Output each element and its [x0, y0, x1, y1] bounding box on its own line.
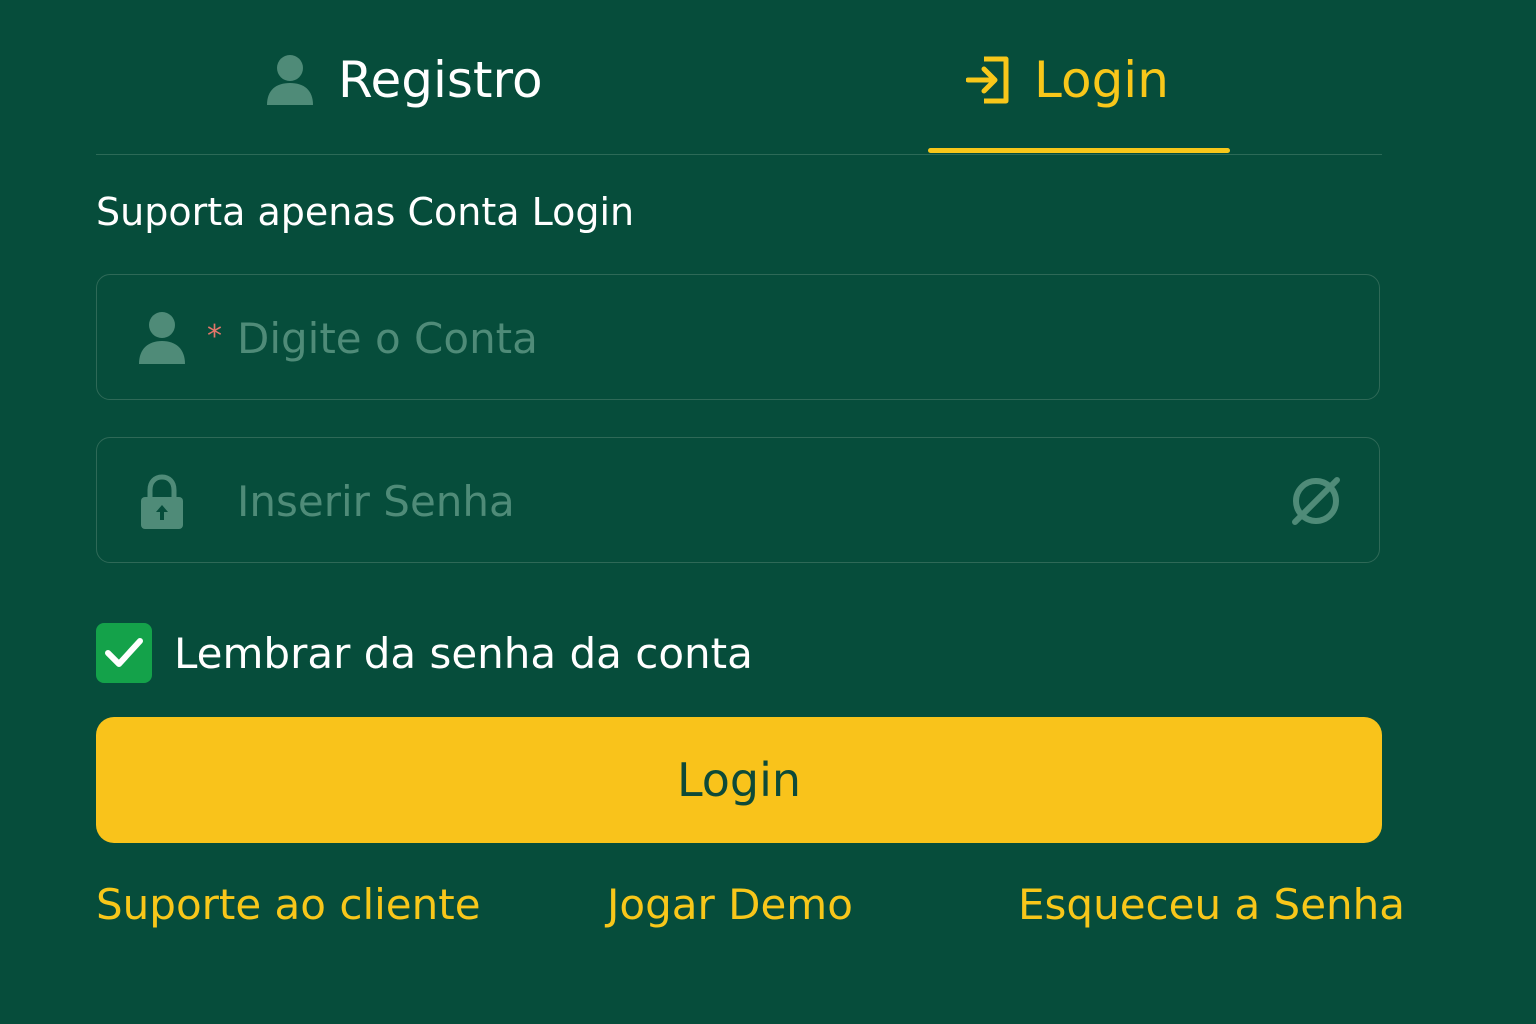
remember-checkbox[interactable]	[96, 623, 152, 683]
forgot-password-link[interactable]: Esqueceu a Senha	[1018, 880, 1405, 929]
account-field[interactable]: *	[96, 274, 1380, 400]
login-button[interactable]: Login	[96, 717, 1382, 843]
remember-label: Lembrar da senha da conta	[174, 628, 753, 678]
play-demo-link[interactable]: Jogar Demo	[607, 880, 853, 929]
tab-registro-label: Registro	[338, 51, 543, 109]
tab-login[interactable]: Login	[966, 48, 1169, 112]
password-input[interactable]	[237, 466, 1237, 536]
lock-icon	[137, 474, 187, 529]
login-subtitle: Suporta apenas Conta Login	[96, 190, 635, 234]
auth-tabs: Registro Login	[96, 0, 1382, 155]
customer-support-link[interactable]: Suporte ao cliente	[96, 880, 481, 929]
user-icon	[266, 54, 314, 106]
tab-registro[interactable]: Registro	[266, 48, 543, 112]
password-field[interactable]	[96, 437, 1380, 563]
checkmark-icon	[105, 638, 143, 667]
required-asterisk: *	[207, 319, 222, 354]
login-page: Registro Login Suporta apenas Conta Logi…	[0, 0, 1536, 1024]
user-icon	[137, 311, 187, 365]
tab-login-label: Login	[1034, 51, 1169, 109]
remember-password-option[interactable]: Lembrar da senha da conta	[96, 623, 753, 683]
eye-off-icon[interactable]	[1289, 476, 1343, 526]
active-tab-indicator	[928, 148, 1230, 153]
login-arrow-icon	[966, 55, 1010, 105]
account-input[interactable]	[237, 303, 1237, 373]
